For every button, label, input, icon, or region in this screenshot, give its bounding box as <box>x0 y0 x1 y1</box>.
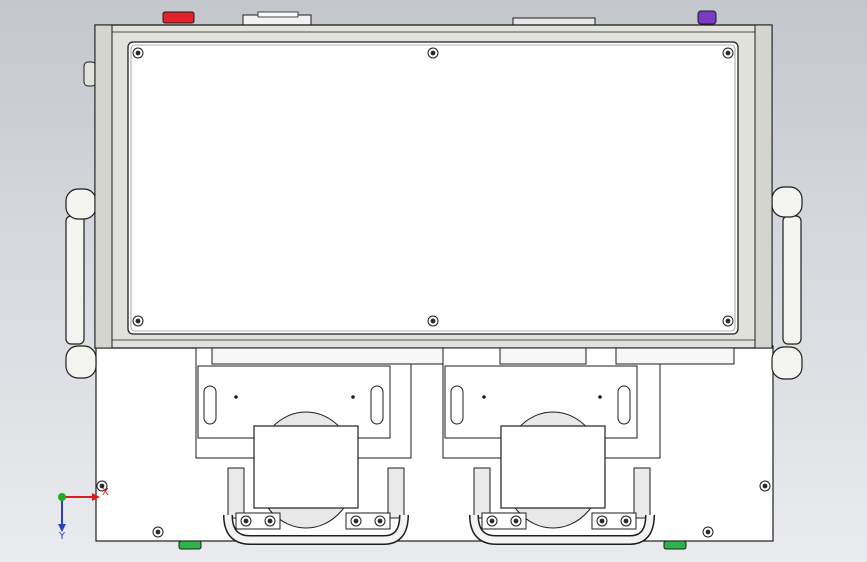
axis-triad-icon <box>58 493 100 532</box>
screw-head <box>135 318 141 324</box>
screw-head <box>155 529 161 535</box>
foot-right <box>663 540 687 550</box>
left-tube <box>227 467 245 519</box>
assembly-drawing <box>58 10 803 550</box>
right-tube <box>473 467 491 519</box>
top-connector-inner <box>257 11 299 18</box>
left-handle-top-mount <box>65 188 97 220</box>
screw-head <box>353 518 359 524</box>
left-module-hole-1 <box>234 395 238 399</box>
axis-x-label: X <box>102 487 109 498</box>
frame-right-post <box>754 24 773 349</box>
right-handle-bottom-mount <box>771 346 803 380</box>
screw-head <box>430 50 436 56</box>
triad-origin <box>58 493 66 501</box>
screw-head <box>705 529 711 535</box>
screw-head <box>243 518 249 524</box>
left-slot-2 <box>370 385 384 425</box>
screw-head <box>725 318 731 324</box>
screw-head <box>267 518 273 524</box>
right-tube-2 <box>633 467 651 519</box>
emergency-stop-icon[interactable] <box>162 11 195 24</box>
front-cover-panel[interactable] <box>127 41 739 335</box>
right-module-side-rail <box>615 347 735 365</box>
left-handle-bottom-mount <box>65 345 97 379</box>
screw-head <box>489 518 495 524</box>
left-clamp-block <box>253 425 359 509</box>
axis-y-label: Y <box>59 531 66 542</box>
right-slot-1 <box>450 385 464 425</box>
cad-viewport[interactable]: X Y <box>0 0 867 562</box>
screw-head <box>430 318 436 324</box>
screw-head <box>623 518 629 524</box>
right-handle-top-mount <box>771 186 803 218</box>
top-components <box>162 10 717 26</box>
upper-enclosure <box>94 24 773 349</box>
screw-head <box>725 50 731 56</box>
right-handle[interactable] <box>771 186 803 380</box>
right-module-hole-2 <box>598 395 602 399</box>
right-clamp-block <box>500 425 606 509</box>
screw-head <box>377 518 383 524</box>
left-handle-grip[interactable] <box>65 215 85 345</box>
left-tube-2 <box>387 467 405 519</box>
left-slot-1 <box>203 385 217 425</box>
right-module-hole-1 <box>482 395 486 399</box>
left-handle[interactable] <box>65 188 97 379</box>
screw-head <box>135 50 141 56</box>
left-side-knob[interactable] <box>83 61 97 87</box>
foot-left <box>178 540 202 550</box>
right-module-rail <box>499 347 587 365</box>
right-handle-grip[interactable] <box>782 215 802 345</box>
screw-head <box>513 518 519 524</box>
screw-head <box>599 518 605 524</box>
screw-head <box>762 483 768 489</box>
top-vent-slot <box>512 17 596 26</box>
right-slot-2 <box>617 385 631 425</box>
frame-left-post <box>94 24 113 349</box>
left-module-hole-2 <box>351 395 355 399</box>
purple-indicator-icon[interactable] <box>697 10 717 25</box>
